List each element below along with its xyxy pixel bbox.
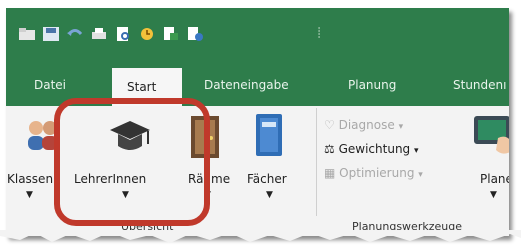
klassen-button[interactable]: Klassen bbox=[7, 172, 53, 186]
quick-access-toolbar: ┊ bbox=[6, 8, 509, 60]
chevron-down-icon: ▾ bbox=[398, 122, 404, 132]
book-icon bbox=[256, 114, 282, 156]
tab-start-label: Start bbox=[127, 80, 157, 94]
faecher-button[interactable]: Fächer bbox=[247, 172, 287, 186]
scale-icon: ⚖ bbox=[324, 142, 335, 156]
group-divider bbox=[316, 108, 317, 216]
chevron-down-icon[interactable]: ▼ bbox=[26, 190, 33, 200]
chevron-down-icon[interactable]: ▼ bbox=[266, 190, 273, 200]
clock-icon[interactable] bbox=[138, 26, 156, 42]
highlight-annotation bbox=[54, 98, 210, 226]
toolbar-separator: ┊ bbox=[316, 28, 323, 39]
chevron-down-icon: ▾ bbox=[414, 146, 419, 156]
tab-dateneingabe[interactable]: Dateneingabe bbox=[204, 78, 289, 92]
tab-planung[interactable]: Planung bbox=[348, 78, 396, 92]
chevron-down-icon[interactable]: ▼ bbox=[490, 190, 497, 200]
save-icon[interactable] bbox=[42, 26, 60, 42]
grid-icon: ▦ bbox=[324, 166, 336, 180]
planer-icon bbox=[474, 116, 509, 154]
gewichtung-button[interactable]: ⚖ Gewichtung ▾ bbox=[324, 142, 419, 156]
stethoscope-icon: ♡ bbox=[324, 118, 335, 132]
undo-icon[interactable] bbox=[66, 26, 84, 42]
print-icon[interactable] bbox=[90, 26, 108, 42]
planer-button[interactable]: Planer bbox=[480, 172, 509, 186]
print-preview-icon[interactable] bbox=[114, 26, 132, 42]
tab-datei[interactable]: Datei bbox=[34, 78, 66, 92]
export-2-icon[interactable] bbox=[186, 26, 204, 42]
torn-edge bbox=[0, 230, 521, 243]
optimierung-button: ▦ Optimierung ▾ bbox=[324, 166, 423, 180]
folder-icon[interactable] bbox=[18, 26, 36, 42]
diagnose-button: ♡ Diagnose ▾ bbox=[324, 118, 404, 132]
ribbon-window: ┊ Datei Dateneingabe Planung Stundenı St… bbox=[6, 8, 509, 236]
export-icon[interactable] bbox=[162, 26, 180, 42]
chevron-down-icon: ▾ bbox=[418, 170, 423, 180]
tab-stundenplan[interactable]: Stundenı bbox=[453, 78, 506, 92]
